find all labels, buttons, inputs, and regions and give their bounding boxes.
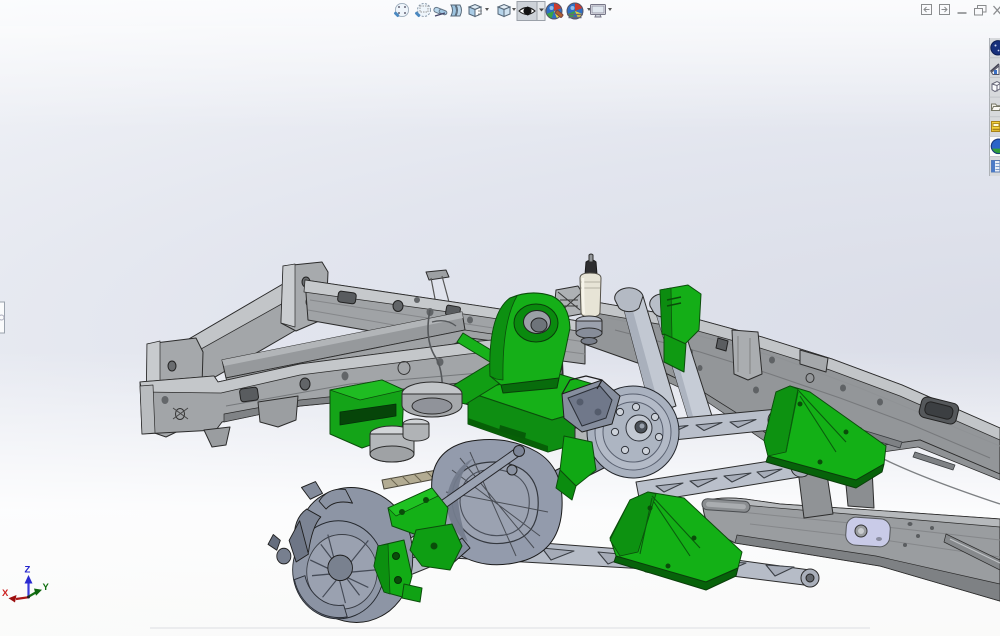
- svg-text:Z: Z: [25, 565, 31, 576]
- svg-text:Y: Y: [43, 582, 50, 593]
- svg-text:X: X: [2, 588, 9, 599]
